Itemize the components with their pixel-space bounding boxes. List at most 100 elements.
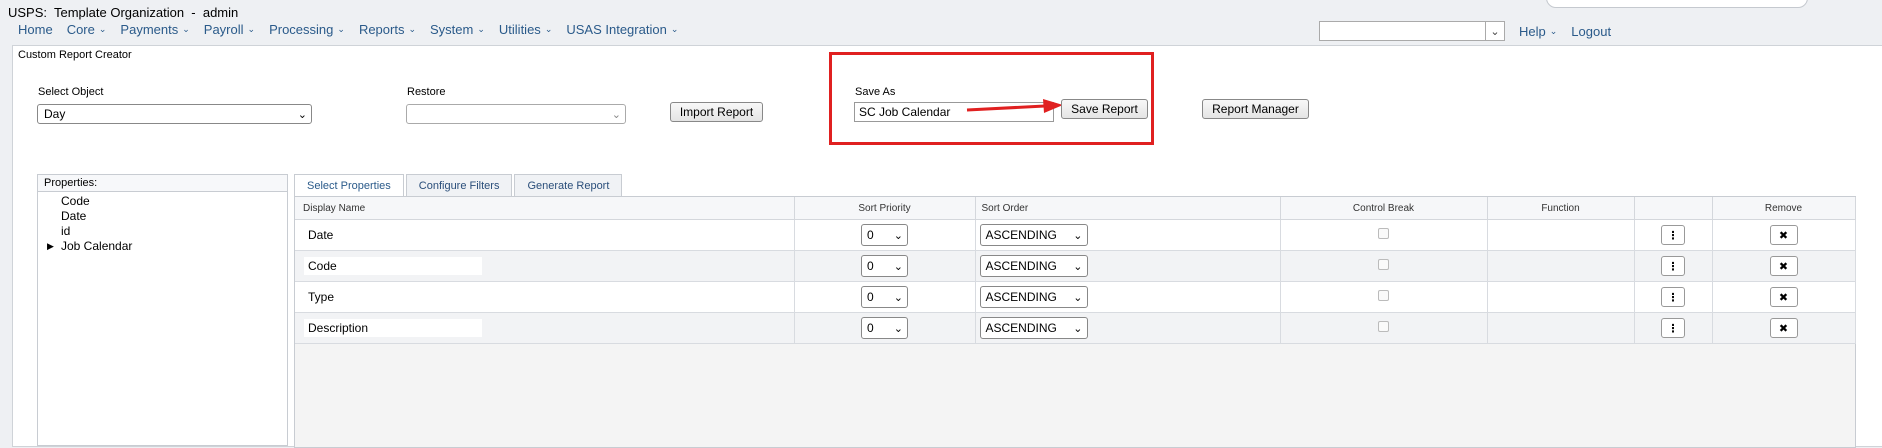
chevron-down-icon: ⌄ [893, 291, 903, 304]
chevron-down-icon: ⌄ [670, 24, 679, 34]
table-row: Date 0 ⌄ ASCENDING ⌄ ⋮ ✖ [295, 219, 1856, 251]
sort-priority-select[interactable]: 0 ⌄ [861, 286, 908, 308]
chevron-down-icon: ⌄ [98, 24, 107, 34]
more-options-icon[interactable]: ⋮ [1661, 225, 1685, 245]
chevron-down-icon: ⌄ [337, 24, 345, 34]
sort-order-select[interactable]: ASCENDING ⌄ [979, 317, 1088, 339]
tab-configure-filters[interactable]: Configure Filters [405, 174, 513, 196]
cell-display-name: Date [295, 219, 795, 251]
cell-function [1487, 312, 1635, 344]
cell-sort-order: ASCENDING ⌄ [975, 250, 1281, 282]
cell-sort-order: ASCENDING ⌄ [975, 312, 1281, 344]
properties-title: Properties: [38, 175, 287, 192]
nav-item-utilities[interactable]: Utilities ⌄ [499, 22, 552, 37]
cell-function [1487, 250, 1635, 282]
nav-item-system[interactable]: System ⌄ [430, 22, 485, 37]
nav-item-payments[interactable]: Payments ⌄ [120, 22, 189, 37]
cell-sort-order: ASCENDING ⌄ [975, 219, 1281, 251]
remove-icon[interactable]: ✖ [1769, 256, 1798, 276]
more-options-icon[interactable]: ⋮ [1661, 287, 1685, 307]
cell-control-break [1280, 312, 1488, 344]
chevron-down-icon: ⌄ [297, 109, 307, 121]
report-manager-button[interactable]: Report Manager [1202, 99, 1309, 119]
property-job-calendar[interactable]: ▶ Job Calendar [38, 239, 287, 254]
control-break-checkbox[interactable] [1378, 228, 1389, 239]
cell-control-break [1280, 281, 1488, 313]
header-sort-priority: Sort Priority [794, 197, 976, 220]
nav-right: ⌄ Help ⌄ Logout [1319, 21, 1611, 41]
properties-panel: Properties: Code Date id ▶ Job Calendar [37, 174, 288, 446]
nav-item-reports[interactable]: Reports ⌄ [359, 22, 416, 37]
nav-item-processing[interactable]: Processing ⌄ [269, 22, 345, 37]
header-function: Function [1487, 197, 1635, 220]
chevron-down-icon: ⌄ [1549, 25, 1558, 36]
sort-order-select[interactable]: ASCENDING ⌄ [979, 224, 1088, 246]
import-report-button[interactable]: Import Report [670, 102, 763, 122]
restore-dropdown[interactable]: ⌄ [406, 104, 626, 124]
sort-priority-select[interactable]: 0 ⌄ [861, 317, 908, 339]
property-date[interactable]: Date [38, 209, 287, 224]
remove-icon[interactable]: ✖ [1769, 225, 1798, 245]
cell-function [1487, 281, 1635, 313]
property-id[interactable]: id [38, 224, 287, 239]
cell-sort-order: ASCENDING ⌄ [975, 281, 1281, 313]
chevron-down-icon: ⌄ [893, 229, 903, 242]
tab-select-properties[interactable]: Select Properties [294, 174, 404, 198]
top-search-pill[interactable] [1546, 0, 1808, 8]
panel-title: Custom Report Creator [18, 49, 132, 61]
display-name-text[interactable]: Description [304, 319, 482, 337]
help-menu[interactable]: Help ⌄ [1519, 24, 1557, 39]
cell-sort-priority: 0 ⌄ [794, 312, 976, 344]
tab-generate-report[interactable]: Generate Report [514, 174, 623, 196]
header-actions [1634, 197, 1713, 220]
display-name-text[interactable]: Code [304, 257, 482, 275]
tab-bar: Select Properties Configure Filters Gene… [294, 174, 624, 198]
chevron-down-icon: ⌄ [893, 322, 903, 335]
table-row: Type 0 ⌄ ASCENDING ⌄ ⋮ ✖ [295, 281, 1856, 313]
quick-nav-select[interactable]: ⌄ [1319, 21, 1505, 41]
nav-item-core[interactable]: Core ⌄ [67, 22, 107, 37]
chevron-down-icon: ⌄ [477, 24, 485, 34]
cell-sort-priority: 0 ⌄ [794, 219, 976, 251]
chevron-down-icon: ⌄ [247, 24, 256, 34]
chevron-down-icon: ⌄ [1073, 229, 1083, 242]
nav-item-payroll[interactable]: Payroll ⌄ [204, 22, 255, 37]
save-highlight-box [829, 52, 1154, 145]
nav-item-home[interactable]: Home [18, 22, 53, 37]
chevron-down-icon: ⌄ [893, 260, 903, 273]
cell-control-break [1280, 250, 1488, 282]
control-break-checkbox[interactable] [1378, 259, 1389, 270]
control-break-checkbox[interactable] [1378, 290, 1389, 301]
expand-triangle-icon[interactable]: ▶ [47, 239, 54, 254]
property-code[interactable]: Code [38, 194, 287, 209]
cell-actions: ⋮ [1634, 312, 1713, 344]
more-options-icon[interactable]: ⋮ [1661, 318, 1685, 338]
restore-label: Restore [407, 86, 446, 98]
cell-actions: ⋮ [1634, 250, 1713, 282]
select-object-dropdown[interactable]: Day ⌄ [37, 104, 312, 124]
header-sort-order: Sort Order [975, 197, 1281, 220]
more-options-icon[interactable]: ⋮ [1661, 256, 1685, 276]
main-nav: Home Core ⌄ Payments ⌄ Payroll ⌄ Processing ⌄ Rep… [18, 22, 692, 37]
header-control-break: Control Break [1280, 197, 1488, 220]
cell-sort-priority: 0 ⌄ [794, 281, 976, 313]
cell-display-name: Description [295, 312, 795, 344]
display-name-text[interactable]: Date [304, 226, 482, 244]
sort-order-select[interactable]: ASCENDING ⌄ [979, 286, 1088, 308]
remove-icon[interactable]: ✖ [1769, 287, 1798, 307]
app-title: USPS: Template Organization - admin [8, 5, 239, 20]
chevron-down-icon: ⌄ [1073, 322, 1083, 335]
control-break-checkbox[interactable] [1378, 321, 1389, 332]
cell-display-name: Type [295, 281, 795, 313]
logout-link[interactable]: Logout [1571, 24, 1611, 39]
remove-icon[interactable]: ✖ [1769, 318, 1798, 338]
sort-priority-select[interactable]: 0 ⌄ [861, 255, 908, 277]
chevron-down-icon: ⌄ [408, 24, 417, 34]
cell-remove: ✖ [1712, 312, 1856, 344]
sort-priority-select[interactable]: 0 ⌄ [861, 224, 908, 246]
nav-item-usas-integration[interactable]: USAS Integration ⌄ [566, 22, 678, 37]
display-name-text[interactable]: Type [304, 288, 482, 306]
sort-order-select[interactable]: ASCENDING ⌄ [979, 255, 1088, 277]
select-object-label: Select Object [38, 86, 104, 98]
cell-function [1487, 219, 1635, 251]
